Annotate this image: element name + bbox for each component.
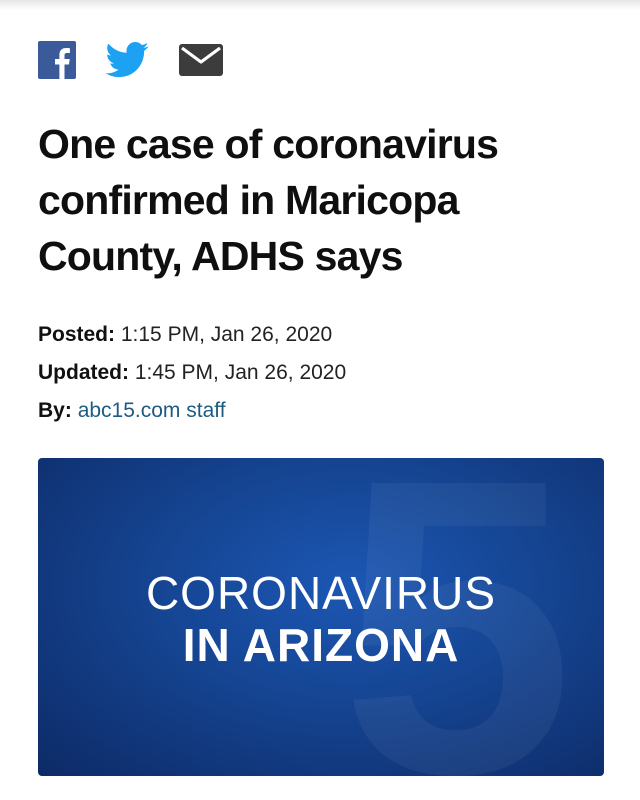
facebook-share-button[interactable] [38,41,76,79]
byline-row: By: abc15.com staff [38,392,346,430]
byline-author-link[interactable]: abc15.com staff [78,399,226,422]
hero-title-line1: CORONAVIRUS [145,567,497,619]
mail-icon [179,44,223,76]
updated-value: 1:45 PM, Jan 26, 2020 [134,361,347,384]
updated-row: Updated: 1:45 PM, Jan 26, 2020 [38,354,346,392]
facebook-icon [38,41,76,79]
twitter-share-button[interactable] [105,41,149,79]
posted-value: 1:15 PM, Jan 26, 2020 [120,323,333,346]
posted-label: Posted: [38,323,116,346]
hero-image[interactable]: 5 CORONAVIRUS IN ARIZONA [38,458,604,776]
email-share-button[interactable] [179,43,223,77]
article-headline: One case of coronavirus confirmed in Mar… [38,121,499,279]
byline-label: By: [38,399,72,422]
hero-title-line2: IN ARIZONA [182,619,460,671]
article-meta: Posted: 1:15 PM, Jan 26, 2020 Updated: 1… [38,316,346,430]
top-shadow [0,0,640,10]
twitter-icon [105,42,149,78]
posted-row: Posted: 1:15 PM, Jan 26, 2020 [38,316,346,354]
updated-label: Updated: [38,361,129,384]
share-bar [38,40,223,80]
